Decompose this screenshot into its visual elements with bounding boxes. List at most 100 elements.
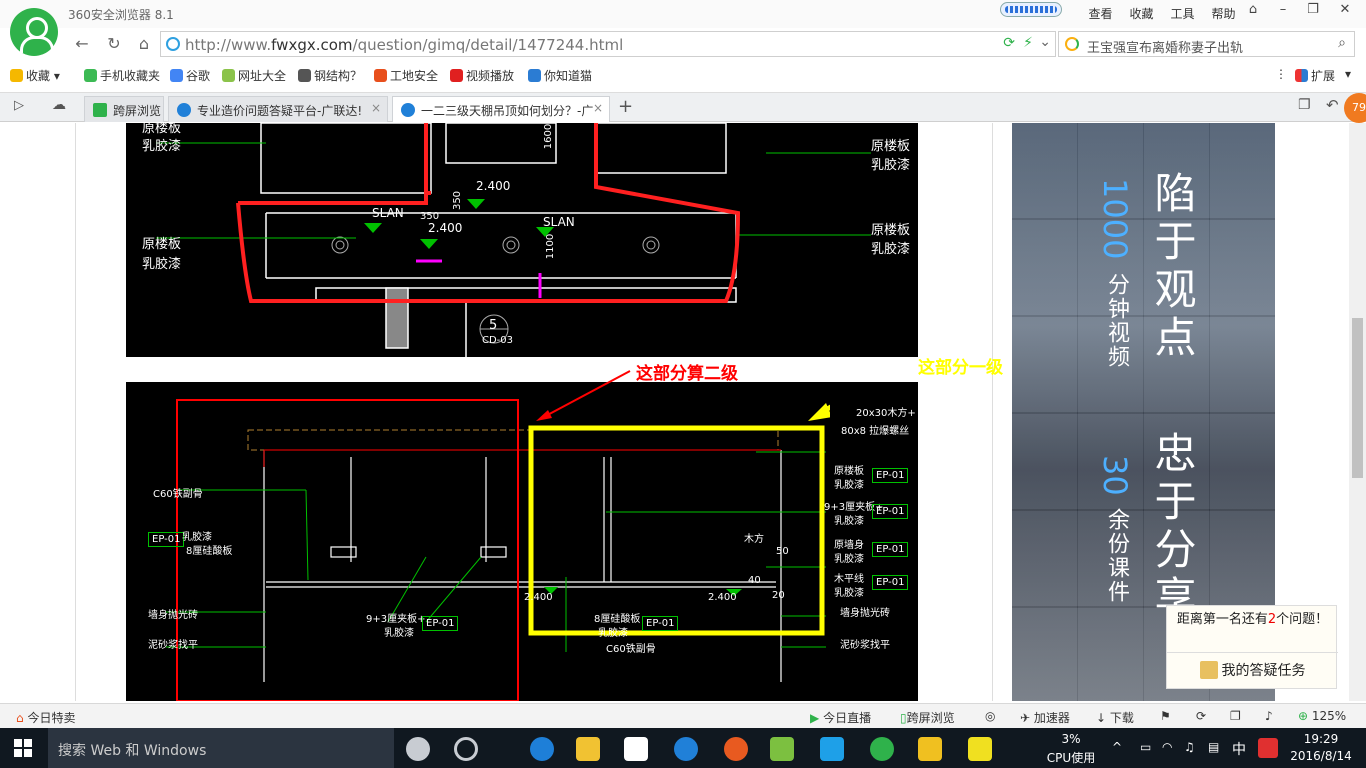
- close-button[interactable]: ✕: [1330, 0, 1360, 20]
- spiral-app-icon[interactable]: [444, 732, 488, 768]
- search-icon[interactable]: ⌕: [1338, 35, 1346, 51]
- clock-date[interactable]: 2016/8/14: [1290, 749, 1352, 763]
- bookmark-site-safety[interactable]: 工地安全: [374, 67, 438, 84]
- label-mortar-level: 泥砂浆找平: [840, 640, 890, 651]
- taskbar-search[interactable]: 搜索 Web 和 Windows: [48, 728, 394, 768]
- store-icon[interactable]: [614, 732, 658, 768]
- skin-icon[interactable]: ⌂: [1238, 0, 1268, 20]
- label-latex-paint: 乳胶漆: [834, 554, 864, 565]
- my-tasks-button[interactable]: 我的答疑任务: [1167, 652, 1338, 690]
- bookmarks-bar: 收藏 ▾ 手机收藏夹 谷歌 网址大全 钢结构？ 工地安全 视频播放 你知道猫 ⋮…: [0, 60, 1366, 90]
- ad-headline-2: 忠于分享: [1148, 431, 1197, 623]
- notification-badge[interactable]: 79: [1344, 93, 1366, 123]
- site-security-icon: [166, 37, 180, 51]
- bookmark-video[interactable]: 视频播放: [450, 67, 514, 84]
- navigation-bar: ← ↻ ⌂ http://www.fwxgx.com/question/gimq…: [0, 28, 1366, 60]
- menu-tools[interactable]: 工具: [1162, 5, 1203, 22]
- glodon-app-icon[interactable]: [664, 732, 708, 768]
- bookmark-steel[interactable]: 钢结构？: [298, 67, 362, 84]
- tab-cross-screen[interactable]: 跨屏浏览: [84, 96, 164, 122]
- today-deals[interactable]: ⌂ 今日特卖: [16, 709, 75, 726]
- volume-icon[interactable]: ♪: [1265, 709, 1273, 723]
- tray-expand-icon[interactable]: ^: [1112, 740, 1122, 754]
- minimize-button[interactable]: –: [1268, 0, 1298, 20]
- sidebar-toggle-icon[interactable]: ▷: [14, 98, 24, 113]
- scrollbar-thumb[interactable]: [1352, 318, 1363, 478]
- help-app-icon[interactable]: [958, 732, 1002, 768]
- label-latex-paint: 乳胶漆: [834, 588, 864, 599]
- more-bookmarks-icon[interactable]: ⋮: [1275, 67, 1287, 81]
- search-input[interactable]: 王宝强宣布离婚称妻子出轨: [1087, 37, 1243, 56]
- phone-icon: ▯: [900, 711, 907, 725]
- window-icon[interactable]: ❐: [1230, 709, 1241, 723]
- new-tab-icon[interactable]: +: [618, 96, 633, 117]
- plus-app-icon[interactable]: [810, 732, 854, 768]
- bookmark-icon[interactable]: ⚑: [1160, 709, 1171, 723]
- today-live[interactable]: ▶ 今日直播: [810, 709, 871, 726]
- ep-tag: EP-01: [422, 616, 459, 631]
- orange-app-icon[interactable]: [714, 732, 758, 768]
- cloud-icon[interactable]: ☁: [52, 97, 66, 113]
- label-slan: SLAN: [372, 206, 404, 220]
- search-engine-icon[interactable]: [1065, 37, 1079, 51]
- zoom-control[interactable]: ⊕ 125%: [1298, 709, 1346, 723]
- ep-tag: EP-01: [872, 504, 909, 519]
- extensions-button[interactable]: 扩展: [1295, 67, 1335, 84]
- bookmark-favorites[interactable]: 收藏 ▾: [10, 67, 60, 84]
- refresh-status-icon[interactable]: ⟳: [1196, 709, 1206, 723]
- tab-current[interactable]: 一二三级天棚吊顶如何划分？-广 ×: [392, 96, 610, 122]
- label-wood-batten: 20x30木方+: [856, 408, 916, 419]
- file-explorer-icon[interactable]: [566, 732, 610, 768]
- reload-status-icon[interactable]: ⟳: [1003, 35, 1015, 51]
- menu-view[interactable]: 查看: [1080, 5, 1121, 22]
- 360-browser-icon[interactable]: [860, 732, 904, 768]
- url-text: http://www.fwxgx.com/question/gimq/detai…: [185, 36, 624, 54]
- search-box[interactable]: 王宝强宣布离婚称妻子出轨 ⌕: [1058, 31, 1355, 57]
- extensions-dropdown-icon[interactable]: ▾: [1345, 67, 1351, 81]
- notes-app-icon[interactable]: [760, 732, 804, 768]
- bookmark-hao[interactable]: 网址大全: [222, 67, 286, 84]
- menu-favorites[interactable]: 收藏: [1121, 5, 1162, 22]
- windows-start-icon[interactable]: [14, 739, 32, 757]
- menu-bar: 查看 收藏 工具 帮助: [1080, 5, 1244, 22]
- close-tab-icon[interactable]: ×: [371, 101, 381, 115]
- download-button[interactable]: ↓ 下载: [1096, 709, 1134, 726]
- tab-glodon[interactable]: 专业造价问题答疑平台-广联达! ×: [168, 96, 388, 122]
- extensions-icon: [1295, 69, 1308, 82]
- network-icon[interactable]: ▭: [1140, 740, 1151, 754]
- bookmark-ynzdm[interactable]: 你知道猫: [528, 67, 592, 84]
- vertical-scrollbar[interactable]: [1349, 123, 1366, 701]
- address-bar[interactable]: http://www.fwxgx.com/question/gimq/detai…: [160, 31, 1056, 57]
- ad-sub-2: 余份课件: [1104, 508, 1129, 604]
- close-tab-icon[interactable]: ×: [593, 101, 603, 115]
- network-speed-indicator[interactable]: [1000, 2, 1062, 17]
- clock-time[interactable]: 19:29: [1290, 732, 1352, 746]
- tab-list-icon[interactable]: ❐: [1298, 97, 1311, 113]
- speed-mode-icon[interactable]: ⚡: [1023, 35, 1033, 51]
- edge-icon[interactable]: [520, 732, 564, 768]
- taskbar-search-input[interactable]: 搜索 Web 和 Windows: [58, 740, 206, 760]
- bookmark-mobile[interactable]: 手机收藏夹: [84, 67, 160, 84]
- address-dropdown-icon[interactable]: ⌄: [1039, 34, 1051, 50]
- editor-app-icon[interactable]: [908, 732, 952, 768]
- ep-tag: EP-01: [872, 468, 909, 483]
- accelerator-button[interactable]: ✈ 加速器: [1020, 709, 1070, 726]
- maximize-button[interactable]: ❐: [1298, 0, 1328, 20]
- wifi-icon[interactable]: ◠: [1162, 740, 1172, 754]
- task-view-icon[interactable]: [396, 732, 440, 768]
- refresh-icon[interactable]: ↻: [102, 32, 126, 56]
- status-cross-screen[interactable]: ▯跨屏浏览: [900, 709, 955, 726]
- speaker-icon[interactable]: ♫: [1184, 740, 1195, 754]
- browser-logo-icon[interactable]: [10, 8, 58, 56]
- message-icon[interactable]: ▤: [1208, 740, 1219, 754]
- star-icon: [10, 69, 23, 82]
- sogou-ime-icon[interactable]: [1258, 738, 1278, 758]
- label-mortar-level: 泥砂浆找平: [148, 640, 198, 651]
- label-original-slab: 原楼板: [834, 466, 864, 477]
- ime-indicator[interactable]: 中: [1232, 739, 1246, 759]
- home-icon[interactable]: ⌂: [132, 32, 156, 56]
- undo-close-icon[interactable]: ↶: [1326, 96, 1339, 114]
- bookmark-google[interactable]: 谷歌: [170, 67, 210, 84]
- back-icon[interactable]: ←: [70, 32, 94, 56]
- privacy-icon[interactable]: ◎: [985, 709, 995, 723]
